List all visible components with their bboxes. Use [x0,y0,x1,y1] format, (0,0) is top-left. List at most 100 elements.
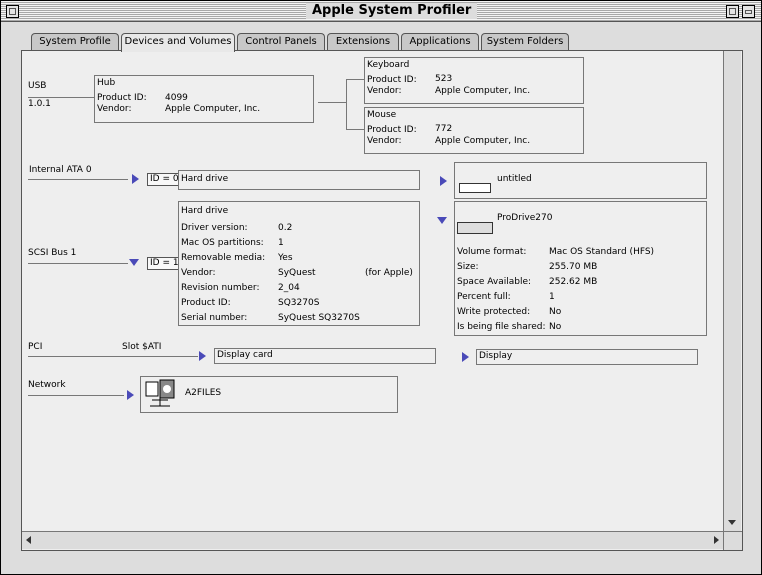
scsi-row-label: Mac OS partitions: [181,238,264,248]
close-box-button[interactable] [6,5,19,18]
network-server-box[interactable]: A2FILES [140,376,398,413]
scsi-row-label: Serial number: [181,313,248,323]
volume-row-label: Volume format: [457,247,527,257]
tab-applications[interactable]: Applications [401,33,479,50]
hub-product-id: 4099 [165,93,188,103]
window-title: Apple System Profiler [306,3,478,19]
scsi-row-label: Product ID: [181,298,231,308]
ata-hard-drive-box[interactable]: Hard drive [178,170,420,190]
mouse-product-id: 772 [435,124,453,134]
volume-row-label: Write protected: [457,307,531,317]
scsi-hard-drive-box[interactable]: Hard drive Driver version: 0.2 Mac OS pa… [178,201,420,326]
tab-control-panels[interactable]: Control Panels [237,33,325,50]
pci-display-card-box[interactable]: Display card [214,348,436,364]
hub-vendor-label: Vendor: [97,104,132,114]
pci-display-disclosure-icon[interactable] [462,352,469,362]
hub-connector-line [318,102,346,103]
volume-drive-icon [459,183,491,193]
device-tree: USB 1.0.1 Hub Product ID: 4099 Vendor: A… [22,51,742,531]
mouse-vendor: Apple Computer, Inc. [435,136,531,146]
scroll-left-arrow-icon[interactable] [26,536,31,544]
scsi-volume-disclosure-icon[interactable] [437,217,447,224]
keyboard-vendor: Apple Computer, Inc. [435,86,531,96]
close-icon [9,8,16,15]
scsi-row-value: SyQuest SQ3270S [278,313,360,323]
collapse-icon [745,10,752,14]
scsi-row-value: Yes [278,253,293,263]
appletalk-server-icon [145,379,175,407]
ata-volume-disclosure-icon[interactable] [440,176,447,186]
hub-product-id-label: Product ID: [97,93,147,103]
pci-bus-line [28,356,198,357]
tab-devices-and-volumes[interactable]: Devices and Volumes [121,33,235,52]
title-bar[interactable]: Apple System Profiler [1,1,761,22]
pci-display-title: Display [479,351,513,361]
scsi-bus-label: SCSI Bus 1 [28,248,77,258]
scsi-row-value: SQ3270S [278,298,320,308]
scsi-vendor-extra: (for Apple) [365,268,413,278]
pci-disclosure-icon[interactable] [199,351,206,361]
mouse-vendor-label: Vendor: [367,136,402,146]
volume-row-value: 252.62 MB [549,277,598,287]
keyboard-product-id: 523 [435,74,453,84]
usb-mouse-box[interactable]: Mouse Product ID: 772 Vendor: Apple Comp… [364,107,584,154]
volume-row-label: Is being file shared: [457,322,546,332]
tab-system-folders[interactable]: System Folders [481,33,569,50]
mouse-connector-line [346,129,364,130]
collapse-box-button[interactable] [742,5,755,18]
network-disclosure-icon[interactable] [127,390,134,400]
scsi-volume-name: ProDrive270 [497,213,553,223]
volume-row-label: Size: [457,262,479,272]
zoom-icon [729,8,736,15]
ata-volume-name: untitled [497,174,532,184]
scsi-row-value: 0.2 [278,223,293,233]
volume-row-label: Space Available: [457,277,532,287]
usb-keyboard-box[interactable]: Keyboard Product ID: 523 Vendor: Apple C… [364,57,584,104]
scsi-device-title: Hard drive [181,206,229,216]
vertical-scrollbar[interactable] [723,51,741,531]
network-server-name: A2FILES [185,388,222,398]
scsi-row-label: Removable media: [181,253,266,263]
tab-system-profile[interactable]: System Profile [31,33,119,50]
keyboard-vendor-label: Vendor: [367,86,402,96]
mouse-product-id-label: Product ID: [367,125,417,135]
grow-box[interactable] [723,531,742,550]
scsi-row-value: 1 [278,238,284,248]
pci-bus-label: PCI [28,342,43,352]
ata-bus-line [28,179,128,180]
hub-title: Hub [97,78,116,88]
ata-bus-label: Internal ATA 0 [29,165,92,175]
pci-display-box[interactable]: Display [476,349,698,365]
devices-panel: USB 1.0.1 Hub Product ID: 4099 Vendor: A… [21,50,743,551]
network-label: Network [28,380,66,390]
usb-hub-box[interactable]: Hub Product ID: 4099 Vendor: Apple Compu… [94,75,314,123]
scsi-disclosure-icon[interactable] [129,259,139,266]
pci-card-title: Display card [217,350,273,360]
usb-bus-line [28,97,94,98]
ata-device-title: Hard drive [181,174,229,184]
scroll-right-arrow-icon[interactable] [714,536,719,544]
volume-row-value: 1 [549,292,555,302]
ata-volume-box[interactable]: untitled [454,162,707,199]
horizontal-scrollbar[interactable] [22,531,723,549]
keyboard-connector-line [346,79,364,80]
hub-vendor: Apple Computer, Inc. [165,104,261,114]
usb-label: USB [28,81,47,91]
volume-row-label: Percent full: [457,292,511,302]
zoom-box-button[interactable] [726,5,739,18]
volume-row-value: No [549,307,562,317]
scsi-row-label: Vendor: [181,268,216,278]
scsi-row-value: SyQuest [278,268,316,278]
usb-version: 1.0.1 [28,99,51,109]
tab-extensions[interactable]: Extensions [327,33,399,50]
usb-branch-line [346,79,347,129]
ata-id-badge: ID = 0 [147,173,182,186]
scsi-row-label: Driver version: [181,223,248,233]
scroll-down-arrow-icon[interactable] [728,520,736,525]
removable-drive-icon [457,222,493,234]
volume-row-value: No [549,322,562,332]
scsi-volume-box[interactable]: ProDrive270 Volume format: Mac OS Standa… [454,201,707,336]
scsi-row-label: Revision number: [181,283,260,293]
ata-disclosure-icon[interactable] [132,174,139,184]
scsi-bus-line [28,263,128,264]
